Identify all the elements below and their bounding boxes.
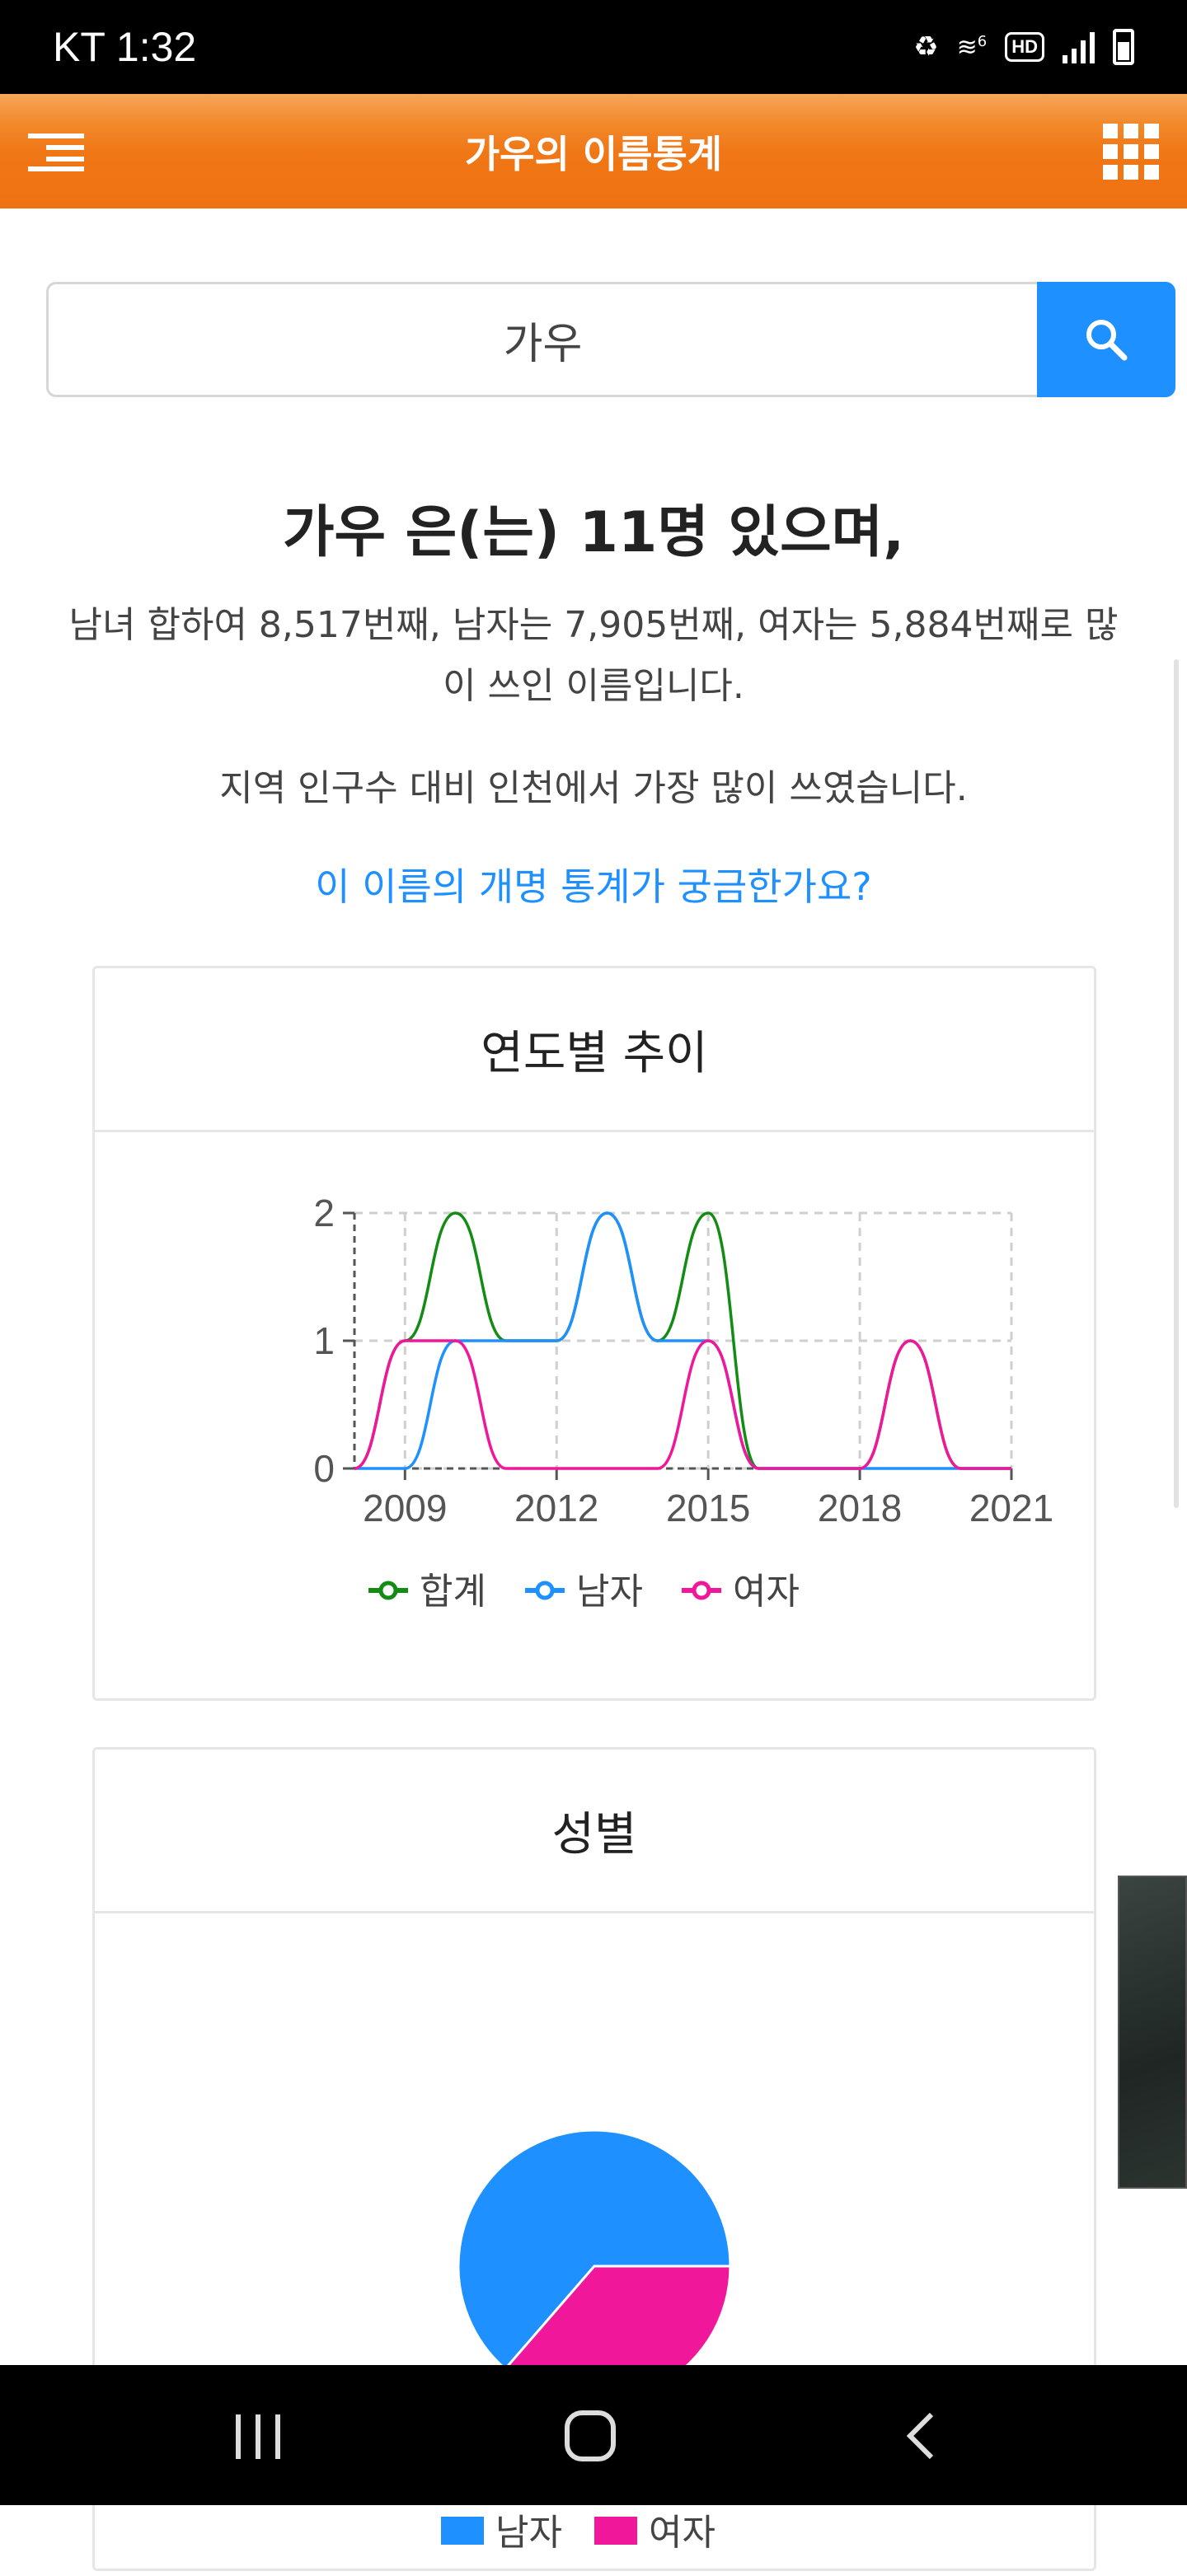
search-icon	[1086, 320, 1128, 361]
pie-legend-label: 여자	[649, 2512, 715, 2554]
search-button[interactable]	[1037, 282, 1175, 397]
recent-apps-icon[interactable]	[234, 2413, 284, 2461]
hd-voice-icon: HD	[1005, 32, 1044, 62]
x-tick-label: 2015	[666, 1487, 750, 1529]
ranking-text: 남녀 합하여 8,517번째, 남자는 7,905번째, 여자는 5,884번째…	[68, 604, 1119, 707]
x-tick-label: 2021	[969, 1487, 1053, 1529]
menu-icon[interactable]	[28, 133, 84, 171]
navigation-bar	[0, 2365, 1187, 2505]
pie-legend-label: 남자	[495, 2512, 562, 2554]
battery-icon	[1113, 29, 1134, 65]
x-tick-label: 2018	[818, 1487, 902, 1529]
y-tick-label: 1	[313, 1319, 335, 1362]
floating-video-thumbnail[interactable]	[1118, 1876, 1187, 2189]
series-line	[354, 1339, 1011, 1470]
region-text: 지역 인구수 대비 인천에서 가장 많이 쓰였습니다.	[219, 767, 968, 809]
pie-legend-swatch	[594, 2517, 637, 2545]
app-header: 가우의 이름통계	[0, 94, 1187, 208]
y-tick-label: 0	[313, 1447, 335, 1490]
legend-label: 합계	[420, 1571, 486, 1613]
y-tick-label: 2	[313, 1192, 335, 1234]
search-bar	[46, 282, 1175, 397]
search-input[interactable]	[46, 282, 1037, 397]
back-icon[interactable]	[903, 2411, 936, 2461]
legend-marker	[378, 1581, 398, 1600]
battery-saver-icon: ♻	[913, 30, 939, 63]
legend-label: 남자	[576, 1571, 643, 1613]
signal-icon	[1063, 30, 1095, 63]
summary-headline: 가우 은(는) 11명 있으며,	[282, 500, 905, 565]
legend-marker	[692, 1581, 711, 1600]
legend-marker	[535, 1581, 555, 1600]
status-time: KT 1:32	[53, 24, 197, 70]
rename-stats-link[interactable]: 이 이름의 개명 통계가 궁금한가요?	[0, 857, 1187, 911]
apps-grid-icon[interactable]	[1103, 124, 1159, 180]
wifi-icon: ≋6	[956, 32, 988, 62]
x-tick-label: 2009	[363, 1487, 447, 1529]
status-bar: KT 1:32 ♻ ≋6 HD	[0, 0, 1187, 94]
yearly-trend-chart: 0 1 2 2009 2012 2015 2018 2021 합계 남자 여자	[313, 1192, 1053, 1613]
yearly-trend-title: 연도별 추이	[95, 968, 1094, 1132]
status-icons: ♻ ≋6 HD	[913, 29, 1134, 65]
legend-label: 여자	[733, 1571, 800, 1613]
gender-title: 성별	[95, 1749, 1094, 1913]
x-tick-label: 2012	[514, 1487, 598, 1529]
scrollbar[interactable]	[1174, 659, 1179, 1508]
pie-legend-swatch	[441, 2517, 484, 2545]
home-icon[interactable]	[564, 2410, 617, 2462]
wifi-6-label: 6	[977, 32, 988, 50]
yearly-trend-card: 연도별 추이 0 1 2 2009 2012 2015 2018 2021 합계 남자 여자	[92, 966, 1096, 1701]
app-title: 가우의 이름통계	[464, 131, 723, 176]
